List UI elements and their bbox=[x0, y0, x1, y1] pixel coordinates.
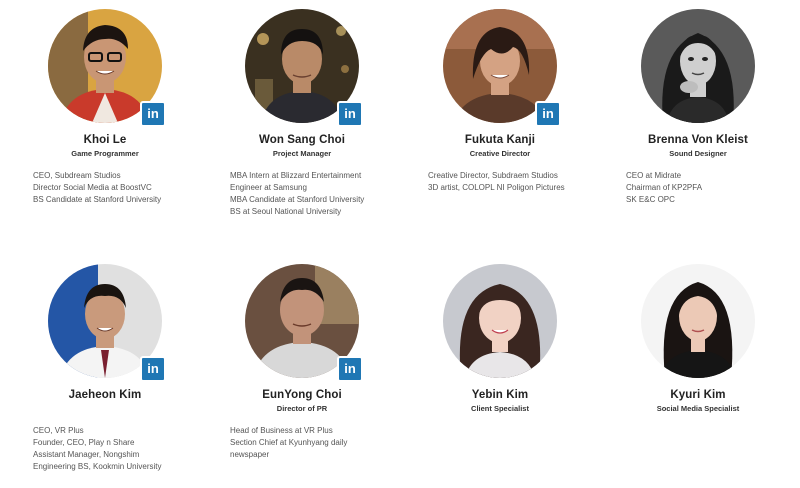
avatar bbox=[641, 264, 755, 378]
bio-line: CEO at Midrate bbox=[626, 171, 682, 180]
member-role: Client Specialist bbox=[471, 404, 529, 413]
team-member-card: Yebin Kim Client Specialist bbox=[405, 264, 595, 413]
member-name: Jaeheon Kim bbox=[68, 389, 142, 401]
linkedin-icon[interactable]: in bbox=[337, 356, 363, 382]
bio-line: MBA Candidate at Stanford University bbox=[230, 195, 365, 204]
bio-line: Engineer at Samsung bbox=[230, 183, 307, 192]
linkedin-icon[interactable]: in bbox=[140, 356, 166, 382]
team-member-card: in Khoi Le Game Programmer bbox=[10, 9, 200, 158]
bio-line: newspaper bbox=[230, 450, 270, 459]
member-name: Yebin Kim bbox=[471, 389, 529, 401]
member-name: Khoi Le bbox=[83, 134, 127, 146]
member-bio: Head of Business at VR Plus Section Chie… bbox=[230, 425, 400, 461]
bio-line: 3D artist, COLOPL NI Poligon Pictures bbox=[428, 183, 565, 192]
member-bio: CEO, Subdream Studios Director Social Me… bbox=[33, 170, 203, 206]
member-bio: Creative Director, Subdraem Studios 3D a… bbox=[428, 170, 598, 194]
member-bio: MBA Intern at Blizzard Entertainment Eng… bbox=[230, 170, 400, 218]
team-member-card: in Won Sang Choi Project Manager bbox=[207, 9, 397, 158]
member-role: Creative Director bbox=[469, 149, 531, 158]
member-name: Won Sang Choi bbox=[258, 134, 346, 146]
avatar bbox=[443, 264, 557, 378]
member-bio: CEO at Midrate Chairman of KP2PFA SK E&C… bbox=[626, 170, 796, 206]
bio-line: Founder, CEO, Play n Share bbox=[33, 438, 135, 447]
member-role: Sound Designer bbox=[669, 149, 727, 158]
bio-line: Head of Business at VR Plus bbox=[230, 426, 333, 435]
avatar-photo bbox=[443, 264, 557, 378]
member-bio: CEO, VR Plus Founder, CEO, Play n Share … bbox=[33, 425, 203, 473]
bio-line: Chairman of KP2PFA bbox=[626, 183, 703, 192]
team-member-card: in Jaeheon Kim bbox=[10, 264, 200, 401]
team-member-card: Kyuri Kim Social Media Specialist bbox=[603, 264, 793, 413]
bio-line: SK E&C OPC bbox=[626, 195, 675, 204]
member-role: Game Programmer bbox=[71, 149, 139, 158]
avatar bbox=[641, 9, 755, 123]
avatar-photo bbox=[641, 264, 755, 378]
bio-line: Section Chief at Kyunhyang daily bbox=[230, 438, 348, 447]
member-name: EunYong Choi bbox=[262, 389, 342, 401]
bio-line: CEO, Subdream Studios bbox=[33, 171, 121, 180]
member-role: Director of PR bbox=[276, 404, 328, 413]
bio-line: Assistant Manager, Nongshim bbox=[33, 450, 140, 459]
member-name: Kyuri Kim bbox=[670, 389, 726, 401]
team-member-card: Brenna Von Kleist Sound Designer bbox=[603, 9, 793, 158]
bio-line: Director Social Media at BoostVC bbox=[33, 183, 152, 192]
member-role: Social Media Specialist bbox=[656, 404, 740, 413]
team-member-card: in EunYong Choi Director of PR bbox=[207, 264, 397, 413]
team-grid: in Khoi Le Game Programmer CEO, Subdream… bbox=[0, 0, 800, 488]
bio-line: Creative Director, Subdraem Studios bbox=[428, 171, 558, 180]
bio-line: BS Candidate at Stanford University bbox=[33, 195, 162, 204]
bio-line: CEO, VR Plus bbox=[33, 426, 84, 435]
linkedin-icon[interactable]: in bbox=[337, 101, 363, 127]
member-role: Project Manager bbox=[272, 149, 332, 158]
bio-line: Engineering BS, Kookmin University bbox=[33, 462, 162, 471]
linkedin-icon[interactable]: in bbox=[535, 101, 561, 127]
member-name: Fukuta Kanji bbox=[464, 134, 536, 146]
team-member-card: in Fukuta Kanji Creative Director bbox=[405, 9, 595, 158]
linkedin-icon[interactable]: in bbox=[140, 101, 166, 127]
member-name: Brenna Von Kleist bbox=[648, 134, 748, 146]
bio-line: BS at Seoul National University bbox=[230, 207, 342, 216]
bio-line: MBA Intern at Blizzard Entertainment bbox=[230, 171, 362, 180]
avatar-photo bbox=[641, 9, 755, 123]
